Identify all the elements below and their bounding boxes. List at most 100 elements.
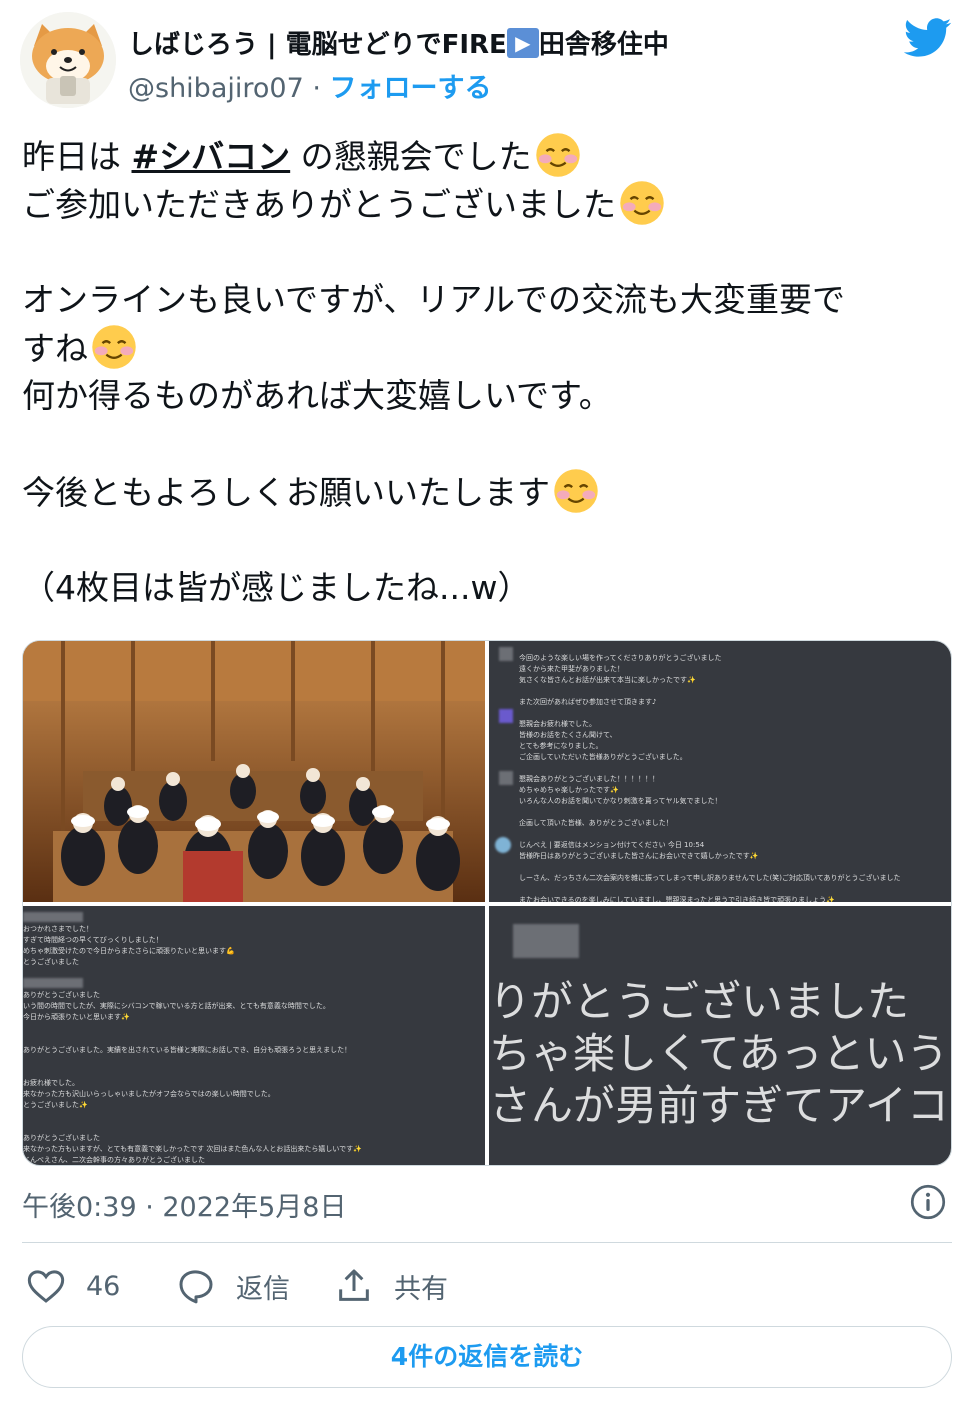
chat-line: ちゃ楽しくてあっという間の時 xyxy=(489,1029,951,1078)
smiling-face-with-blush-emoji xyxy=(554,469,598,513)
chat-line xyxy=(23,1034,362,1045)
smiling-face-with-blush-emoji xyxy=(535,133,580,177)
chat-messages-zoomed: りがとうございましたちゃ楽しくてあっという間の時さんが男前すぎてアイコン詐欺 xyxy=(489,976,951,1132)
divider xyxy=(22,1242,952,1243)
share-upload-icon xyxy=(339,1269,369,1301)
tweet-text-segment: 昨日は xyxy=(22,137,132,176)
action-bar: 46 返信 共有 xyxy=(22,1262,952,1310)
tweet-text-segment: すね xyxy=(22,329,88,368)
chat-line: 来なかった方もいますが、とても有意義で楽しかったです 次回はまた色んな人とお話出… xyxy=(23,1145,362,1153)
chat-line: お疲れ様でした。 xyxy=(23,1079,79,1087)
reply-button[interactable]: 返信 xyxy=(176,1262,290,1310)
read-replies-button[interactable]: 4件の返信を読む xyxy=(22,1326,952,1388)
blurred-avatar xyxy=(499,771,513,785)
chat-line xyxy=(23,979,362,990)
chat-line: とても参考になりました。 xyxy=(519,742,603,750)
chat-line: 皆様昨日はありがとうございました皆さんにお会いできて嬉しかったです✨ xyxy=(519,852,759,860)
chat-line: じんべえ | 要返信はメンション付けてください 今日 10:54 xyxy=(519,841,705,849)
smiling-face-with-blush-emoji xyxy=(92,325,136,369)
chat-line: 皆様のお話をたくさん聞けて、 xyxy=(519,731,617,739)
tweet-text-segment: （4枚目は皆が感じましたね...w） xyxy=(22,568,531,607)
like-button[interactable]: 46 xyxy=(26,1262,120,1310)
tweet-line-1: 昨日は #シバコン の懇親会でした xyxy=(22,132,957,180)
chat-line xyxy=(23,1056,362,1067)
chat-line xyxy=(23,1111,362,1122)
hashtag-link[interactable]: #シバコン xyxy=(132,137,291,176)
tweet-text-segment: 今後ともよろしくお願いいたします xyxy=(22,473,550,512)
chat-line xyxy=(519,829,901,840)
chat-line xyxy=(23,1067,362,1078)
chat-line: 気さくな皆さんとお話が出来て本当に楽しかったです✨ xyxy=(519,676,696,684)
chat-line: 懇親会ありがとうございました！！！！！！ xyxy=(519,775,659,783)
chat-line xyxy=(519,807,901,818)
chat-line: 遠くから来た甲斐がありました！ xyxy=(519,665,624,673)
media-grid: 今回のような楽しい場を作ってくださりありがとうございました 遠くから来た甲斐があり… xyxy=(22,640,952,1166)
separator-dot: · xyxy=(312,73,321,104)
share-button[interactable]: 共有 xyxy=(334,1262,448,1310)
reply-label: 返信 xyxy=(236,1273,290,1305)
chat-line: ご企画していただいた皆様ありがとうございました。 xyxy=(519,753,687,761)
chat-line: 懇親会お疲れ様でした。 xyxy=(519,720,596,728)
author-handle[interactable]: @shibajiro07 xyxy=(128,73,304,104)
chat-line: 今日から頑張りたいと思います✨ xyxy=(23,1013,130,1021)
tweet-text-segment: の懇親会でした xyxy=(290,137,532,176)
blurred-avatar xyxy=(499,647,513,661)
chat-line: またお会いできるのを楽しみにしていますし、懇親深まったと思うで引き続き皆で頑張り… xyxy=(519,896,835,902)
chat-line: りがとうございました xyxy=(489,977,910,1026)
heart-icon xyxy=(27,1270,65,1303)
author-name-suffix: 田舎移住中 xyxy=(538,30,669,60)
blurred-username xyxy=(23,912,83,922)
author-name-prefix: しばじろう | 電脳せどりでFIRE xyxy=(128,30,507,60)
tweet-line-2: ご参加いただきありがとうございました xyxy=(22,180,957,228)
blurred-avatar xyxy=(495,837,511,853)
group-photo-image xyxy=(23,641,485,902)
group-photo-restaurant[interactable] xyxy=(23,641,485,902)
chat-screenshot-3[interactable]: りがとうございましたちゃ楽しくてあっという間の時さんが男前すぎてアイコン詐欺 xyxy=(489,906,951,1165)
chat-line: ありがとうございました xyxy=(23,991,100,999)
smiling-face-with-blush-emoji xyxy=(620,181,664,225)
info-icon[interactable] xyxy=(910,1184,946,1220)
like-count: 46 xyxy=(86,1270,121,1302)
blurred-avatar xyxy=(499,709,513,723)
tweet-line-3: オンラインも良いですが、リアルでの交流も大変重要で xyxy=(22,276,957,324)
twitter-bird-icon[interactable] xyxy=(904,18,952,58)
chat-line: ありがとうございました xyxy=(23,1134,100,1142)
chat-line: いう間の時間でしたが、実際にシバコンで稼いでいる方と話が出来、とても有意義な時間… xyxy=(23,1002,330,1010)
author-name[interactable]: しばじろう | 電脳せどりでFIRE ▶ 田舎移住中 xyxy=(128,24,669,61)
chat-line: また次回があればぜひ参加させて頂きます♪ xyxy=(519,698,657,706)
chat-line: しーさん、だっちさん二次会案内を雑に振ってしまって申し訳ありませんでした(笑)ご… xyxy=(519,874,901,882)
chat-line xyxy=(23,1023,362,1034)
chat-line: 今回のような楽しい場を作ってくださりありがとうございました xyxy=(519,654,722,662)
chat-line: おつかれさまでした！ xyxy=(23,925,93,933)
tweet-text: 昨日は #シバコン の懇親会でした ご参加いただきありがとうございました オンラ… xyxy=(22,132,957,612)
play-badge-icon: ▶ xyxy=(506,28,539,58)
chat-line xyxy=(519,686,901,697)
chat-screenshot-1[interactable]: 今回のような楽しい場を作ってくださりありがとうございました 遠くから来た甲斐があり… xyxy=(489,641,951,902)
avatar[interactable] xyxy=(20,12,116,108)
tweet-text-segment: 何か得るものがあれば大変嬉しいです。 xyxy=(22,376,612,415)
tweet-line-5: 何か得るものがあれば大変嬉しいです。 xyxy=(22,372,957,420)
chat-line: めちゃ刺激受けたので今日からまたさらに頑張りたいと思います💪 xyxy=(23,947,235,955)
tweet-line-4: すね xyxy=(22,324,957,372)
shiba-dog-avatar-icon xyxy=(20,12,116,108)
tweet-line-6: 今後ともよろしくお願いいたします xyxy=(22,468,957,516)
handle-row: @shibajiro07 · フォローする xyxy=(128,66,492,105)
chat-line: とうございました xyxy=(23,958,79,966)
chat-line: 来なかった方も沢山いらっしゃいましたがオフ会ならではの楽しい時間でした。 xyxy=(23,1090,275,1098)
chat-line: いろんな人のお話を聞いてかなり刺激を貰ってヤル気でました！ xyxy=(519,797,722,805)
chat-line xyxy=(519,884,901,895)
chat-line: すぎて時間経つの早くてびっくりしました！ xyxy=(23,936,163,944)
chat-line: 企画して頂いた皆様、ありがとうございました！ xyxy=(519,819,673,827)
tweet-line-7: （4枚目は皆が感じましたね...w） xyxy=(22,564,957,612)
chat-line xyxy=(519,708,901,719)
chat-screenshot-2[interactable]: おつかれさまでした！ すぎて時間経つの早くてびっくりしました！ めちゃ刺激受けたので… xyxy=(23,906,485,1165)
chat-messages: おつかれさまでした！ すぎて時間経つの早くてびっくりしました！ めちゃ刺激受けたので… xyxy=(23,924,362,1165)
chat-messages: 今回のような楽しい場を作ってくださりありがとうございました 遠くから来た甲斐があり… xyxy=(519,653,901,902)
speech-bubble-icon xyxy=(179,1270,213,1304)
chat-line: とうございました✨ xyxy=(23,1101,88,1109)
chat-line xyxy=(519,862,901,873)
chat-line: めちゃめちゃ楽しかったです✨ xyxy=(519,786,619,794)
follow-button[interactable]: フォローする xyxy=(330,73,492,104)
chat-line xyxy=(519,763,901,774)
tweet-timestamp[interactable]: 午後0:39 · 2022年5月8日 xyxy=(22,1185,346,1224)
